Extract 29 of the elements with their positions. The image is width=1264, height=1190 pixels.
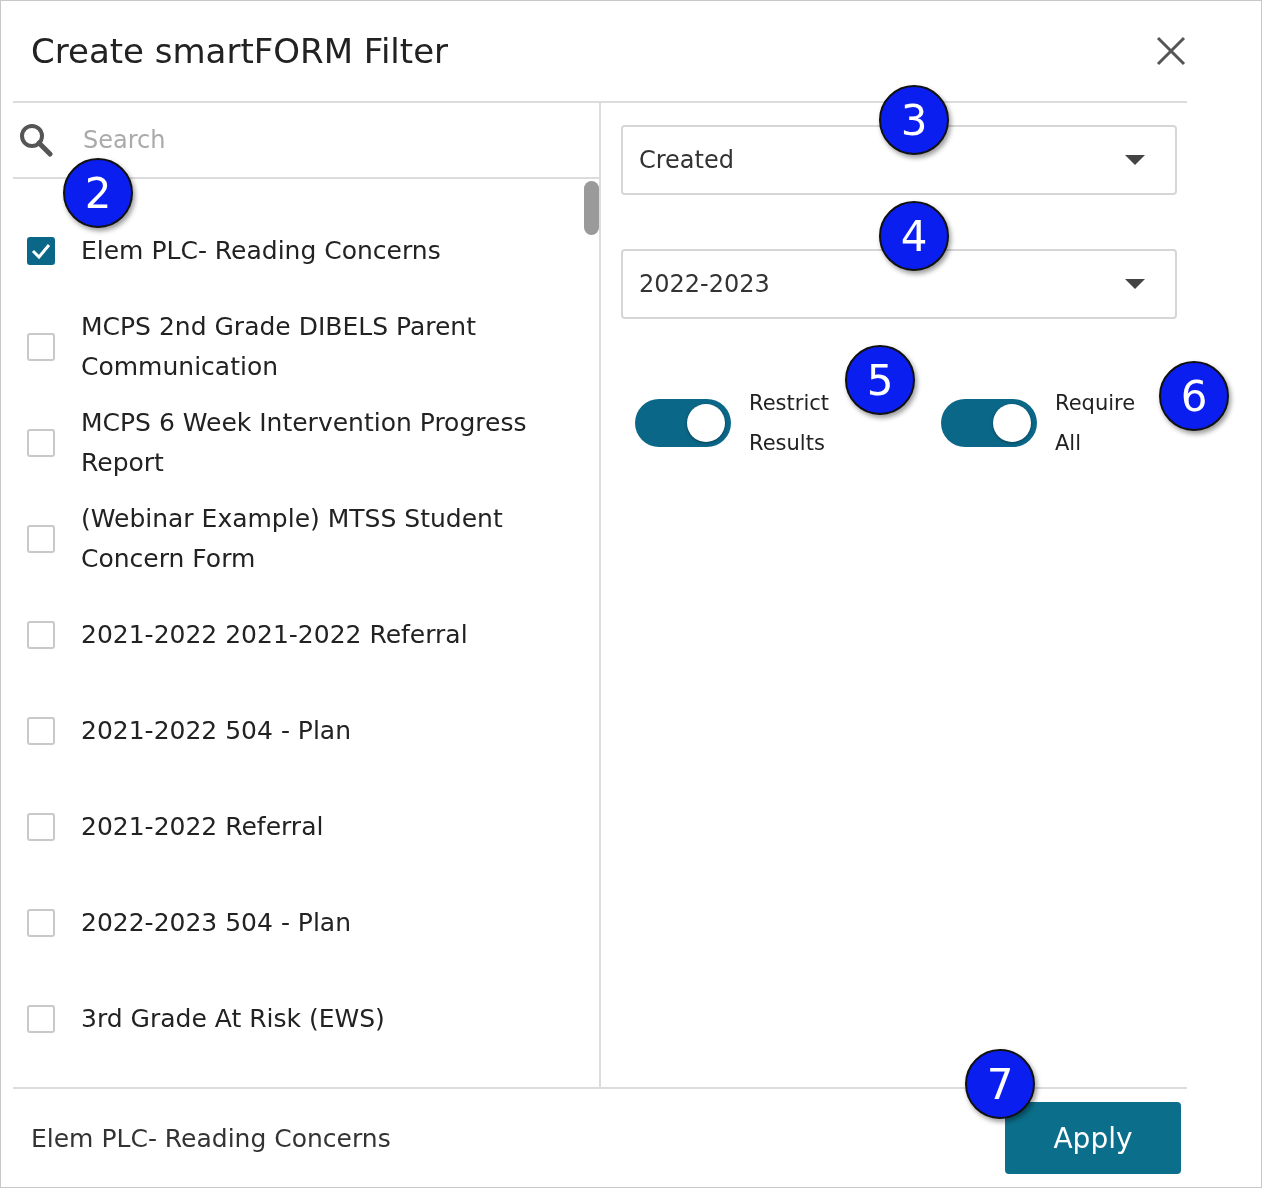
selection-summary: Elem PLC- Reading Concerns — [31, 1123, 391, 1153]
toggle-label: Require All — [1055, 390, 1137, 457]
form-label: (Webinar Example) MTSS Student Concern Form — [81, 503, 504, 575]
callout-badge: 6 — [1159, 361, 1229, 431]
callout-badge: 4 — [879, 201, 949, 271]
search-icon — [19, 123, 53, 157]
callout-badge: 3 — [879, 85, 949, 155]
form-label: MCPS 6 Week Intervention Progress Report — [81, 407, 528, 479]
checkbox[interactable] — [27, 237, 55, 265]
search-field[interactable]: Search — [81, 125, 175, 155]
toggle-switch[interactable] — [635, 399, 731, 447]
apply-button[interactable]: Apply — [1005, 1102, 1181, 1174]
caret-icon — [1125, 155, 1145, 165]
toggle-label: Restrict Results — [749, 390, 830, 457]
close-icon[interactable] — [1155, 35, 1187, 67]
caret-icon — [1125, 279, 1145, 289]
form-label: 2021-2022 2021-2022 Referral — [81, 619, 468, 651]
form-label: 2022-2023 504 - Plan — [81, 907, 352, 939]
form-label: 2021-2022 Referral — [81, 811, 324, 843]
form-label: MCPS 2nd Grade DIBELS Parent Communication — [81, 311, 477, 383]
dialog-title: Create smartFORM Filter — [31, 31, 449, 71]
form-label: Elem PLC- Reading Concerns — [81, 235, 441, 267]
callout-badge: 2 — [63, 158, 133, 228]
scrollbar-thumb[interactable] — [584, 181, 599, 235]
callout-badge: 5 — [845, 345, 915, 415]
callout-badge: 7 — [965, 1049, 1035, 1119]
toggle-switch[interactable] — [941, 399, 1037, 447]
form-label: 3rd Grade At Risk (EWS) — [81, 1003, 385, 1035]
form-label: 2021-2022 504 - Plan — [81, 715, 352, 747]
